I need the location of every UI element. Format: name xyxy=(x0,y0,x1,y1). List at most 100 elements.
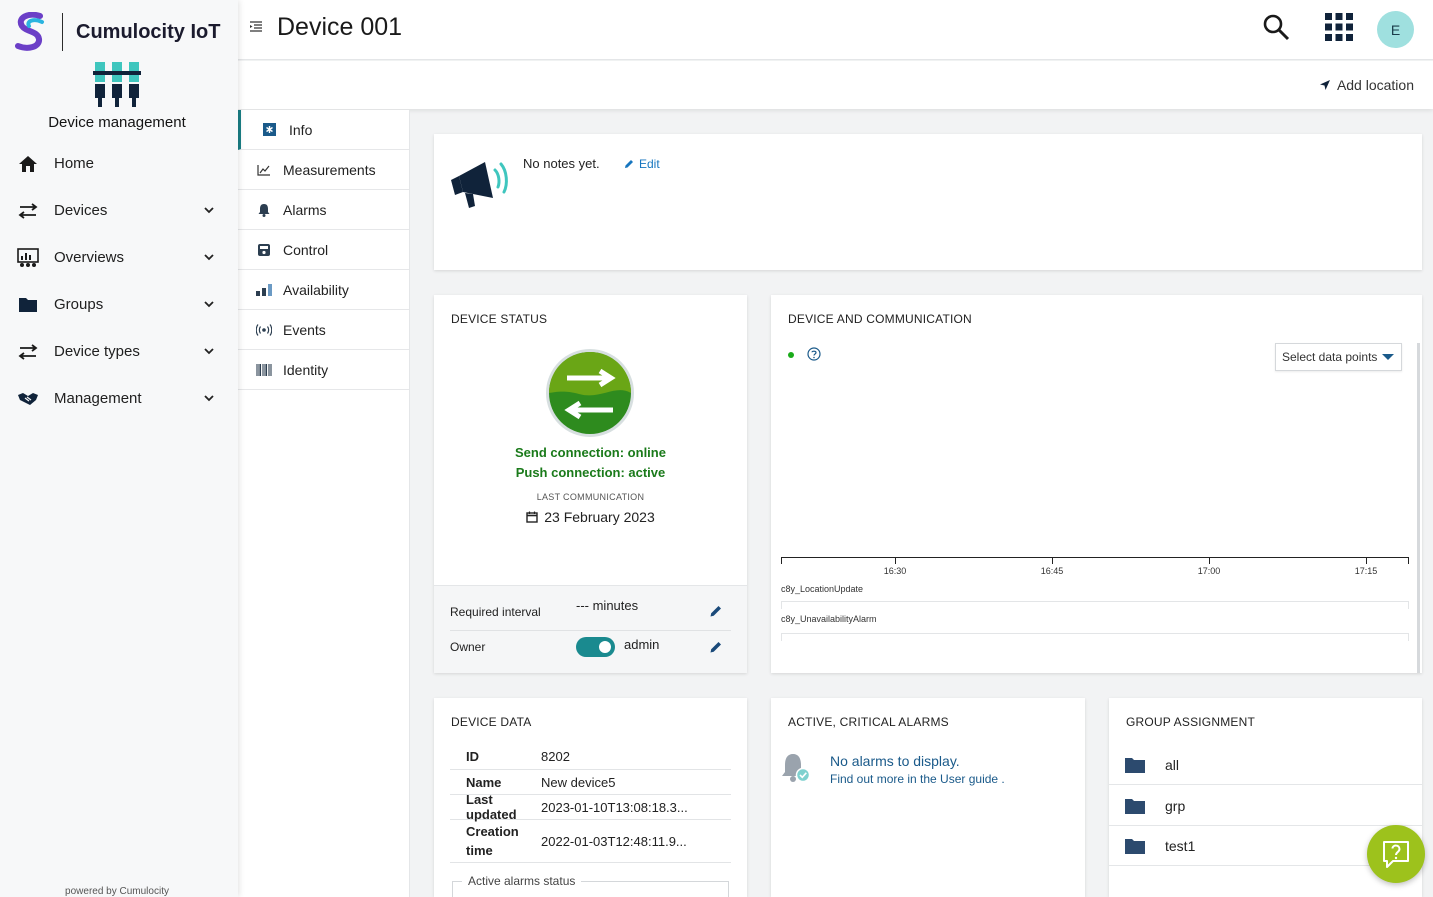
help-icon[interactable] xyxy=(807,347,821,361)
tab-availability[interactable]: Availability xyxy=(238,270,409,310)
nav-item-device-types[interactable]: Device types xyxy=(0,328,238,375)
series-track xyxy=(781,633,1409,641)
nav-item-label: Home xyxy=(54,155,95,172)
brand[interactable]: Cumulocity IoT xyxy=(14,10,220,54)
table-row: Creation time 2022-01-03T12:48:11.9... xyxy=(450,820,731,863)
tab-label: Availability xyxy=(283,281,349,298)
card-title: DEVICE DATA xyxy=(451,715,532,729)
chevron-down-icon[interactable] xyxy=(202,297,216,311)
group-name: all xyxy=(1165,756,1180,773)
tab-alarms[interactable]: Alarms xyxy=(238,190,409,230)
tab-measurements[interactable]: Measurements xyxy=(238,150,409,190)
brand-separator xyxy=(62,13,63,51)
tab-label: Events xyxy=(283,321,326,338)
add-location-button[interactable]: Add location xyxy=(1319,77,1414,93)
add-location-label: Add location xyxy=(1336,77,1414,93)
main-nav: Home Devices Overviews Groups Device typ… xyxy=(0,140,238,422)
required-interval-value: --- minutes xyxy=(576,598,639,613)
no-alarms-message: No alarms to display. xyxy=(830,753,960,769)
folder-icon xyxy=(1125,838,1145,854)
broadcast-icon xyxy=(256,322,272,338)
chevron-down-icon[interactable] xyxy=(202,203,216,217)
scrollbar[interactable] xyxy=(1417,343,1420,673)
divider xyxy=(450,630,731,631)
nav-item-management[interactable]: Management xyxy=(0,375,238,422)
barcode-icon xyxy=(256,362,272,378)
tab-label: Alarms xyxy=(283,201,327,218)
select-data-points-label: Select data points xyxy=(1282,350,1378,364)
cumulocity-logo-icon xyxy=(15,12,44,51)
edit-interval-icon[interactable] xyxy=(709,604,723,618)
select-data-points-dropdown[interactable]: Select data points xyxy=(1275,343,1402,371)
status-footer: Required interval --- minutes Owner admi… xyxy=(434,585,747,673)
chevron-down-icon[interactable] xyxy=(202,391,216,405)
nav-item-devices[interactable]: Devices xyxy=(0,187,238,234)
nav-item-groups[interactable]: Groups xyxy=(0,281,238,328)
bell-icon xyxy=(256,202,272,218)
series-track xyxy=(781,601,1409,609)
home-icon xyxy=(17,153,39,175)
tab-label: Control xyxy=(283,241,329,258)
line-chart-icon xyxy=(256,162,272,178)
exchange-icon xyxy=(17,200,39,222)
send-connection-status: Send connection: online xyxy=(515,445,666,460)
edit-owner-icon[interactable] xyxy=(709,640,723,654)
tab-identity[interactable]: Identity xyxy=(238,350,409,390)
edit-notes-label: Edit xyxy=(639,157,660,171)
nav-item-label: Overviews xyxy=(54,249,125,266)
axis-tick xyxy=(781,557,782,564)
critical-alarms-card: ACTIVE, CRITICAL ALARMS No alarms to dis… xyxy=(771,698,1085,897)
tab-control[interactable]: Control xyxy=(238,230,409,270)
owner-value: admin xyxy=(624,637,660,652)
owner-toggle[interactable] xyxy=(576,637,615,657)
search-icon[interactable] xyxy=(1262,13,1290,41)
nav-item-overviews[interactable]: Overviews xyxy=(0,234,238,281)
row-value: 8202 xyxy=(541,749,570,764)
group-item[interactable]: all xyxy=(1109,745,1422,785)
last-communication-date: 23 February 2023 xyxy=(544,509,655,525)
required-interval-label: Required interval xyxy=(450,605,541,619)
remote-control-icon xyxy=(256,242,272,258)
nav-item-label: Groups xyxy=(54,296,104,313)
bell-check-icon xyxy=(782,754,811,783)
series-label: c8y_UnavailabilityAlarm xyxy=(781,614,877,624)
row-key: ID xyxy=(466,749,479,764)
card-title: GROUP ASSIGNMENT xyxy=(1126,715,1256,729)
powered-by: powered by Cumulocity xyxy=(65,886,169,897)
row-value: 2023-01-10T13:08:18.3... xyxy=(541,799,688,815)
edit-notes-button[interactable]: Edit xyxy=(624,157,660,171)
device-data-card: DEVICE DATA ID 8202 Name New device5 Las… xyxy=(434,698,747,897)
megaphone-icon xyxy=(451,162,508,208)
exchange-icon xyxy=(17,341,39,363)
user-avatar[interactable]: E xyxy=(1377,11,1414,48)
owner-label: Owner xyxy=(450,640,486,654)
nav-item-label: Device types xyxy=(54,343,140,360)
tab-info[interactable]: Info xyxy=(238,110,409,150)
group-item[interactable]: grp xyxy=(1109,786,1422,826)
axis-tick xyxy=(1366,557,1367,564)
tab-events[interactable]: Events xyxy=(238,310,409,350)
chevron-down-icon[interactable] xyxy=(202,344,216,358)
series-label: c8y_LocationUpdate xyxy=(781,584,864,594)
axis-tick-label: 17:15 xyxy=(1354,566,1378,576)
folder-icon xyxy=(17,294,39,316)
row-key: Name xyxy=(466,774,502,790)
chevron-down-icon[interactable] xyxy=(202,250,216,264)
app-switcher-icon[interactable] xyxy=(1325,13,1353,41)
axis-tick-label: 16:30 xyxy=(883,566,907,576)
nav-item-home[interactable]: Home xyxy=(0,140,238,187)
card-title: DEVICE AND COMMUNICATION xyxy=(788,312,972,326)
pencil-icon xyxy=(625,160,633,168)
user-guide-link[interactable]: Find out more in the User guide . xyxy=(830,772,1005,786)
push-connection-status: Push connection: active xyxy=(515,465,666,480)
collapse-menu-icon[interactable] xyxy=(249,20,263,34)
axis-tick xyxy=(1052,557,1053,564)
app-title: Device management xyxy=(48,114,186,131)
device-data-table: ID 8202 Name New device5 Last updated 20… xyxy=(450,744,731,863)
tab-label: Identity xyxy=(283,361,329,378)
help-button[interactable] xyxy=(1367,825,1425,883)
tab-label: Measurements xyxy=(283,161,376,178)
axis-tick xyxy=(895,557,896,564)
device-communication-card: DEVICE AND COMMUNICATION Select data poi… xyxy=(771,295,1422,673)
folder-icon xyxy=(1125,757,1145,773)
